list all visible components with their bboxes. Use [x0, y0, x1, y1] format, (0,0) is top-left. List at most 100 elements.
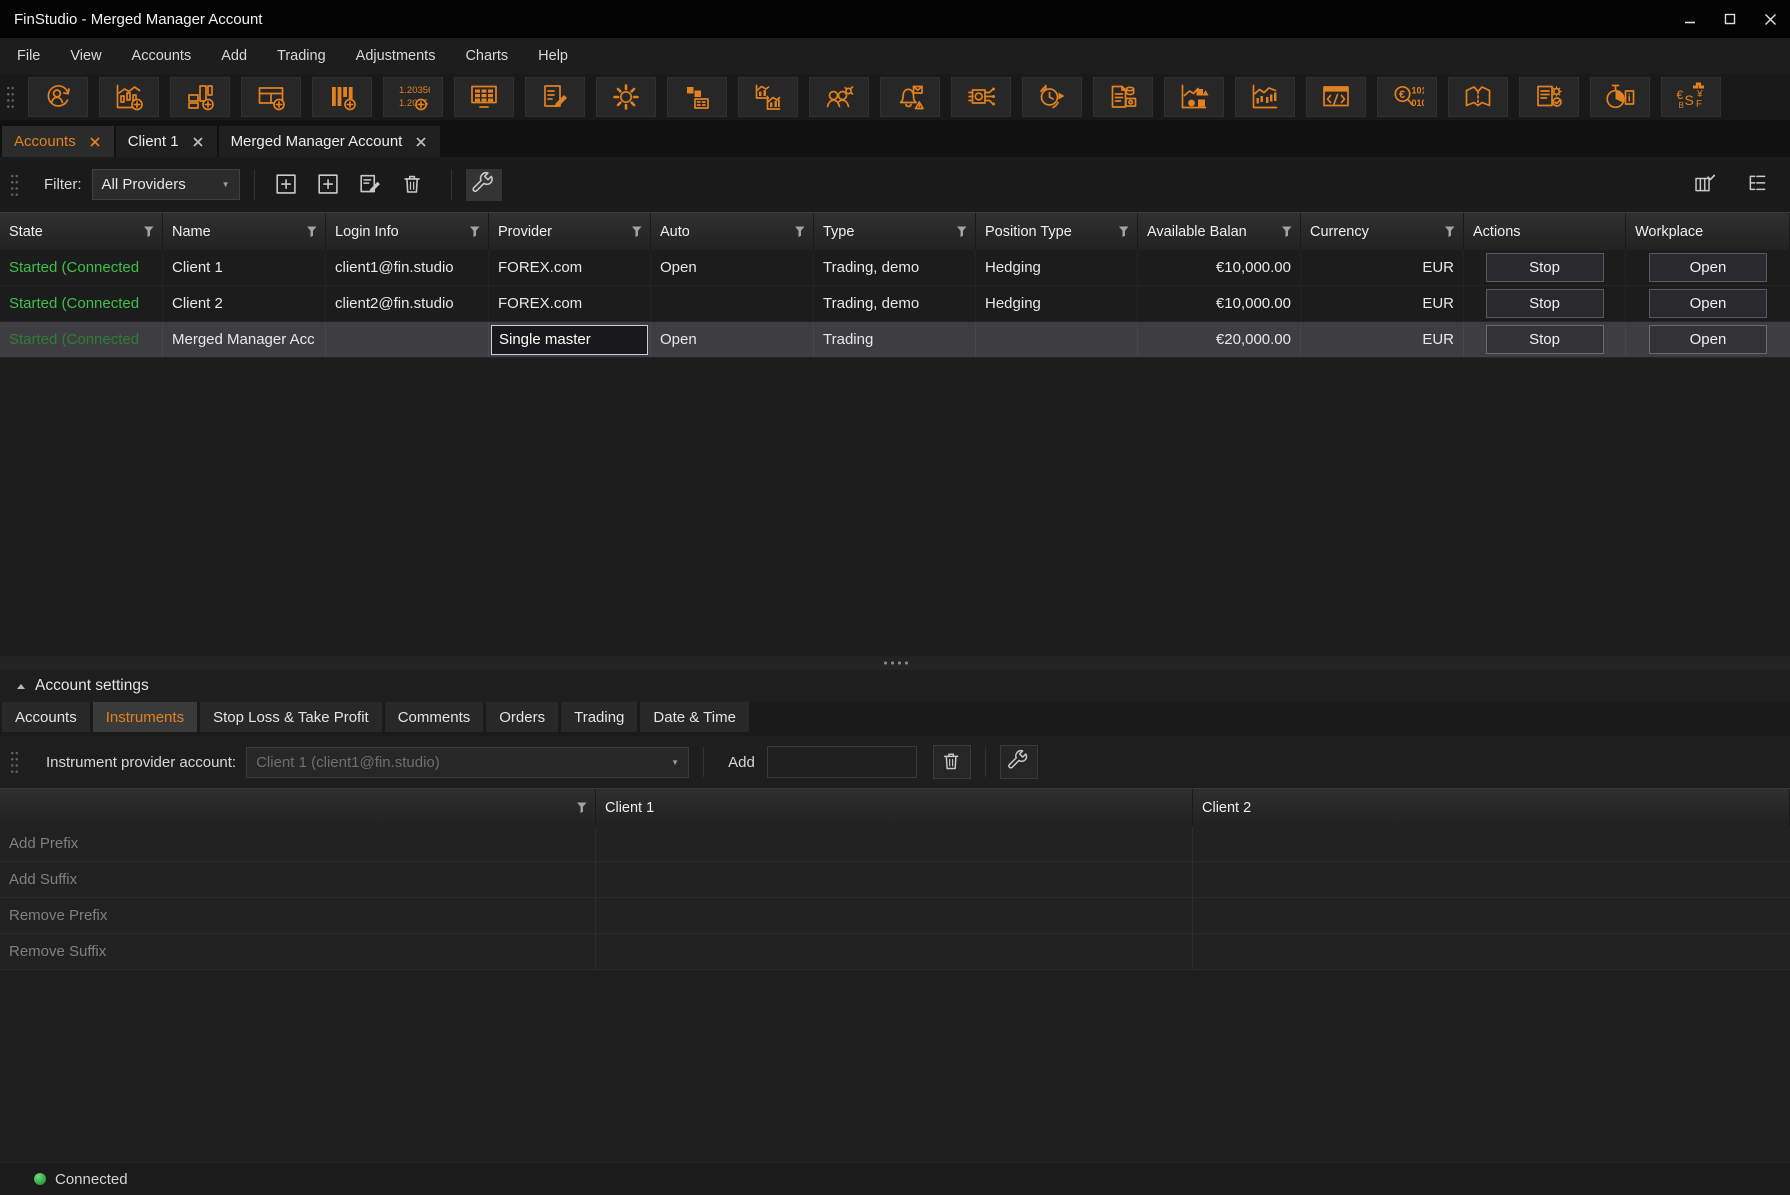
filterbar-drag-grip[interactable] — [10, 172, 18, 198]
account-settings-wrench-button[interactable] — [466, 169, 502, 201]
account-settings-header[interactable]: Account settings — [0, 670, 1790, 702]
instrument-row-remove-prefix[interactable]: Remove Prefix — [0, 898, 1790, 934]
instrument-settings-wrench-button[interactable] — [1000, 745, 1038, 779]
cell-name[interactable]: Merged Manager Acc — [163, 322, 326, 357]
menu-help[interactable]: Help — [523, 38, 583, 74]
settings-tab-trading[interactable]: Trading — [561, 702, 637, 732]
cell-state[interactable]: Started (Connected — [0, 286, 163, 321]
toolbar-portfolio-chart-button[interactable] — [1164, 77, 1224, 117]
settings-tab-accounts[interactable]: Accounts — [2, 702, 90, 732]
tab-close-icon[interactable] — [88, 135, 102, 149]
cell-position_type[interactable] — [976, 322, 1138, 357]
instrument-row-add-prefix[interactable]: Add Prefix — [0, 826, 1790, 862]
tab-close-icon[interactable] — [414, 135, 428, 149]
cell-currency[interactable]: EUR — [1301, 250, 1464, 285]
cell-type[interactable]: Trading, demo — [814, 250, 976, 285]
toolbar-statement-docs-button[interactable] — [1093, 77, 1153, 117]
account-row-3[interactable]: Started (ConnectedMerged Manager Acc Sing… — [0, 322, 1790, 358]
cell-currency[interactable]: EUR — [1301, 286, 1464, 321]
delete-instrument-button[interactable] — [933, 745, 971, 779]
column-header-provider[interactable]: Provider — [489, 213, 651, 250]
cell-position_type[interactable]: Hedging — [976, 250, 1138, 285]
menu-adjustments[interactable]: Adjustments — [341, 38, 451, 74]
toolbar-layout-add-button[interactable] — [170, 77, 230, 117]
toolbar-scheduler-button[interactable] — [1022, 77, 1082, 117]
cell-client2-value[interactable] — [1193, 826, 1790, 861]
tab-merged-manager-account[interactable]: Merged Manager Account — [219, 126, 441, 157]
toolbar-code-editor-button[interactable] — [1306, 77, 1366, 117]
column-header-state[interactable]: State — [0, 213, 163, 250]
cell-provider[interactable]: Single master — [489, 322, 651, 357]
menu-accounts[interactable]: Accounts — [117, 38, 207, 74]
toolbar-book-chart-button[interactable] — [1448, 77, 1508, 117]
filter-funnel-icon[interactable] — [469, 225, 481, 238]
filter-funnel-icon[interactable] — [956, 225, 968, 238]
menu-charts[interactable]: Charts — [450, 38, 523, 74]
cell-auto[interactable] — [651, 286, 814, 321]
menu-view[interactable]: View — [55, 38, 116, 74]
cell-setting-name[interactable]: Remove Suffix — [0, 934, 596, 969]
provider-filter-dropdown[interactable]: All Providers ▼ — [92, 169, 240, 200]
cell-login[interactable] — [326, 322, 489, 357]
filter-funnel-icon[interactable] — [1281, 225, 1293, 238]
stop-button[interactable]: Stop — [1486, 325, 1604, 354]
cell-type[interactable]: Trading, demo — [814, 286, 976, 321]
column-header-name[interactable]: Name — [163, 213, 326, 250]
cell-client1-value[interactable] — [596, 826, 1193, 861]
cell-provider[interactable]: FOREX.com — [489, 250, 651, 285]
add-account-button[interactable] — [269, 169, 305, 201]
cell-position_type[interactable]: Hedging — [976, 286, 1138, 321]
column-chooser-button[interactable] — [1688, 169, 1724, 201]
toolbar-chart-add-button[interactable] — [99, 77, 159, 117]
tab-close-icon[interactable] — [191, 135, 205, 149]
cell-login[interactable]: client1@fin.studio — [326, 250, 489, 285]
cell-client1-value[interactable] — [596, 862, 1193, 897]
delete-account-button[interactable] — [395, 169, 431, 201]
cell-client2-value[interactable] — [1193, 862, 1790, 897]
settings-tab-orders[interactable]: Orders — [486, 702, 558, 732]
cell-setting-name[interactable]: Add Suffix — [0, 862, 596, 897]
cell-setting-name[interactable]: Remove Prefix — [0, 898, 596, 933]
toolbar-symbol-search-button[interactable]: €101010 — [1377, 77, 1437, 117]
cell-name[interactable]: Client 2 — [163, 286, 326, 321]
instrument-row-add-suffix[interactable]: Add Suffix — [0, 862, 1790, 898]
column-header-position-type[interactable]: Position Type — [976, 213, 1138, 250]
cell-provider[interactable]: FOREX.com — [489, 286, 651, 321]
panel-splitter[interactable] — [0, 656, 1790, 670]
cell-client2-value[interactable] — [1193, 934, 1790, 969]
settings-tab-date-time[interactable]: Date & Time — [640, 702, 749, 732]
edit-account-button[interactable] — [353, 169, 389, 201]
toolbar-org-chart-button[interactable] — [667, 77, 727, 117]
toolbar-analysis-chart-button[interactable] — [1235, 77, 1295, 117]
cell-auto[interactable]: Open — [651, 322, 814, 357]
cell-balance[interactable]: €10,000.00 — [1138, 286, 1301, 321]
toolbar-algo-chip-button[interactable] — [951, 77, 1011, 117]
tab-client-1[interactable]: Client 1 — [116, 126, 217, 157]
toolbar-table-monitor-button[interactable] — [454, 77, 514, 117]
cell-name[interactable]: Client 1 — [163, 250, 326, 285]
provider-editor-cell[interactable]: Single master — [491, 325, 648, 355]
column-header-workplace[interactable]: Workplace — [1626, 213, 1790, 250]
toolbar-note-edit-button[interactable] — [525, 77, 585, 117]
cell-login[interactable]: client2@fin.studio — [326, 286, 489, 321]
tab-accounts[interactable]: Accounts — [2, 126, 114, 157]
minimize-button[interactable] — [1670, 0, 1710, 38]
menu-trading[interactable]: Trading — [262, 38, 341, 74]
toolbar-drag-grip[interactable] — [6, 84, 14, 110]
toolbar-report-gear-button[interactable] — [1519, 77, 1579, 117]
filter-funnel-icon[interactable] — [1118, 225, 1130, 238]
toolbar-workspace-add-button[interactable] — [241, 77, 301, 117]
maximize-button[interactable] — [1710, 0, 1750, 38]
cell-balance[interactable]: €20,000.00 — [1138, 322, 1301, 357]
cell-state[interactable]: Started (Connected — [0, 250, 163, 285]
instrument-provider-dropdown[interactable]: Client 1 (client1@fin.studio) ▼ — [246, 747, 689, 778]
column-header-available-balan[interactable]: Available Balan — [1138, 213, 1301, 250]
cell-state[interactable]: Started (Connected — [0, 322, 163, 357]
toolbar-settings-gear-button[interactable] — [596, 77, 656, 117]
add-instrument-input[interactable] — [767, 746, 917, 778]
group-panel-button[interactable] — [1738, 169, 1774, 201]
toolbar-quote-add-button[interactable]: 1.203561.2035 — [383, 77, 443, 117]
cell-balance[interactable]: €10,000.00 — [1138, 250, 1301, 285]
instrument-row-remove-suffix[interactable]: Remove Suffix — [0, 934, 1790, 970]
instruments-column-header-client-2[interactable]: Client 2 — [1193, 789, 1790, 826]
